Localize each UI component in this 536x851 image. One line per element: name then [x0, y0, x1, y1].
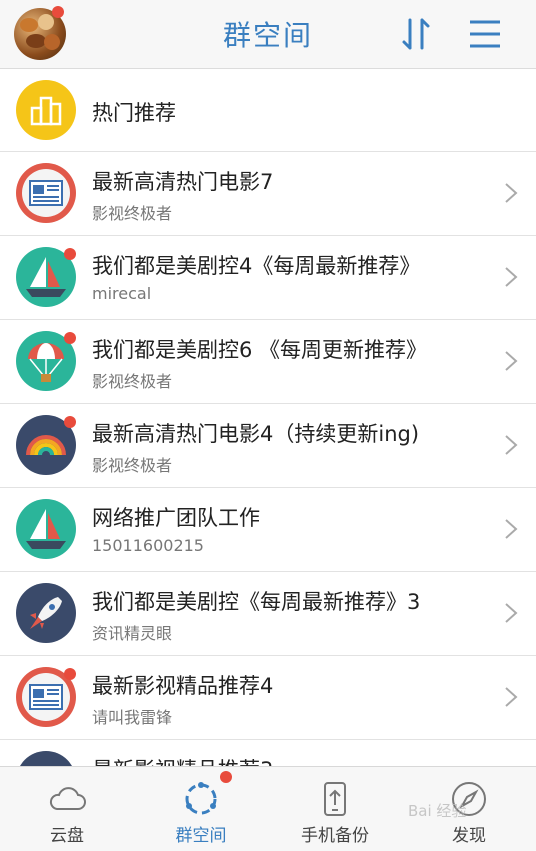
- list-item-title: 网络推广团队工作: [92, 506, 260, 530]
- watermark: Bai 经验: [408, 802, 467, 820]
- tab-notification-dot: [220, 771, 232, 783]
- top-bar: 群空间: [0, 0, 536, 69]
- sort-arrows-icon[interactable]: [400, 16, 434, 52]
- list-item[interactable]: 我们都是美剧控《每周最新推荐》3 资讯精灵眼: [0, 572, 536, 656]
- page-title: 群空间: [222, 19, 313, 52]
- unread-badge: [64, 248, 76, 260]
- newspaper-icon: [16, 163, 76, 223]
- chevron-right-icon: [505, 351, 518, 371]
- list-item-title: 我们都是美剧控6 《每周更新推荐》: [92, 338, 428, 362]
- list-item-subtitle: 影视终极者: [92, 456, 173, 475]
- list-item[interactable]: 我们都是美剧控6 《每周更新推荐》 影视终极者: [0, 320, 536, 404]
- unread-badge: [64, 332, 76, 344]
- chevron-right-icon: [505, 267, 518, 287]
- group-sync-icon: [185, 782, 217, 815]
- cloud-icon: [49, 787, 86, 810]
- tab-label: 云盘: [50, 826, 84, 846]
- list-item-title: 最新高清热门电影4（持续更新ing): [92, 422, 420, 446]
- list-item[interactable]: 我们都是美剧控4《每周最新推荐》 mirecal: [0, 236, 536, 320]
- list-item[interactable]: 网络推广团队工作 15011600215: [0, 488, 536, 572]
- list-item[interactable]: 最新影视精品推荐4 请叫我雷锋: [0, 656, 536, 740]
- list-item[interactable]: 最新高清热门电影4（持续更新ing) 影视终极者: [0, 404, 536, 488]
- list-item-subtitle: 影视终极者: [92, 204, 173, 223]
- tab-group-space[interactable]: 群空间: [134, 767, 268, 851]
- tab-label: 发现: [452, 826, 486, 846]
- list-item-subtitle: 15011600215: [92, 536, 204, 555]
- tab-cloud[interactable]: 云盘: [0, 767, 134, 851]
- list-item-subtitle: 资讯精灵眼: [92, 624, 173, 643]
- list-item-subtitle: 影视终极者: [92, 372, 173, 391]
- list-item-title: 最新影视精品推荐4: [92, 674, 274, 698]
- sailboat-icon: [16, 499, 76, 559]
- list-item-title: 我们都是美剧控《每周最新推荐》3: [92, 590, 421, 614]
- list-item-hot[interactable]: 热门推荐: [0, 69, 536, 152]
- rocket-icon: [16, 583, 76, 643]
- list-item-title: 最新高清热门电影7: [92, 170, 274, 194]
- hamburger-menu-icon[interactable]: [468, 18, 502, 50]
- hot-chart-icon: [16, 80, 76, 140]
- chevron-right-icon: [505, 435, 518, 455]
- chevron-right-icon: [505, 519, 518, 539]
- chevron-right-icon: [505, 183, 518, 203]
- tab-label: 手机备份: [301, 826, 369, 846]
- tab-label: 群空间: [175, 826, 227, 846]
- chevron-right-icon: [505, 603, 518, 623]
- list-item[interactable]: 最新高清热门电影7 影视终极者: [0, 152, 536, 236]
- list-item-subtitle: mirecal: [92, 284, 152, 303]
- list-item-subtitle: 请叫我雷锋: [92, 708, 173, 727]
- phone-backup-icon: [324, 782, 346, 816]
- list-item-title: 热门推荐: [92, 101, 176, 125]
- unread-badge: [64, 416, 76, 428]
- list-item-title: 我们都是美剧控4《每周最新推荐》: [92, 254, 421, 278]
- chevron-right-icon: [505, 687, 518, 707]
- tab-phone-backup[interactable]: 手机备份: [268, 767, 402, 851]
- unread-badge: [64, 668, 76, 680]
